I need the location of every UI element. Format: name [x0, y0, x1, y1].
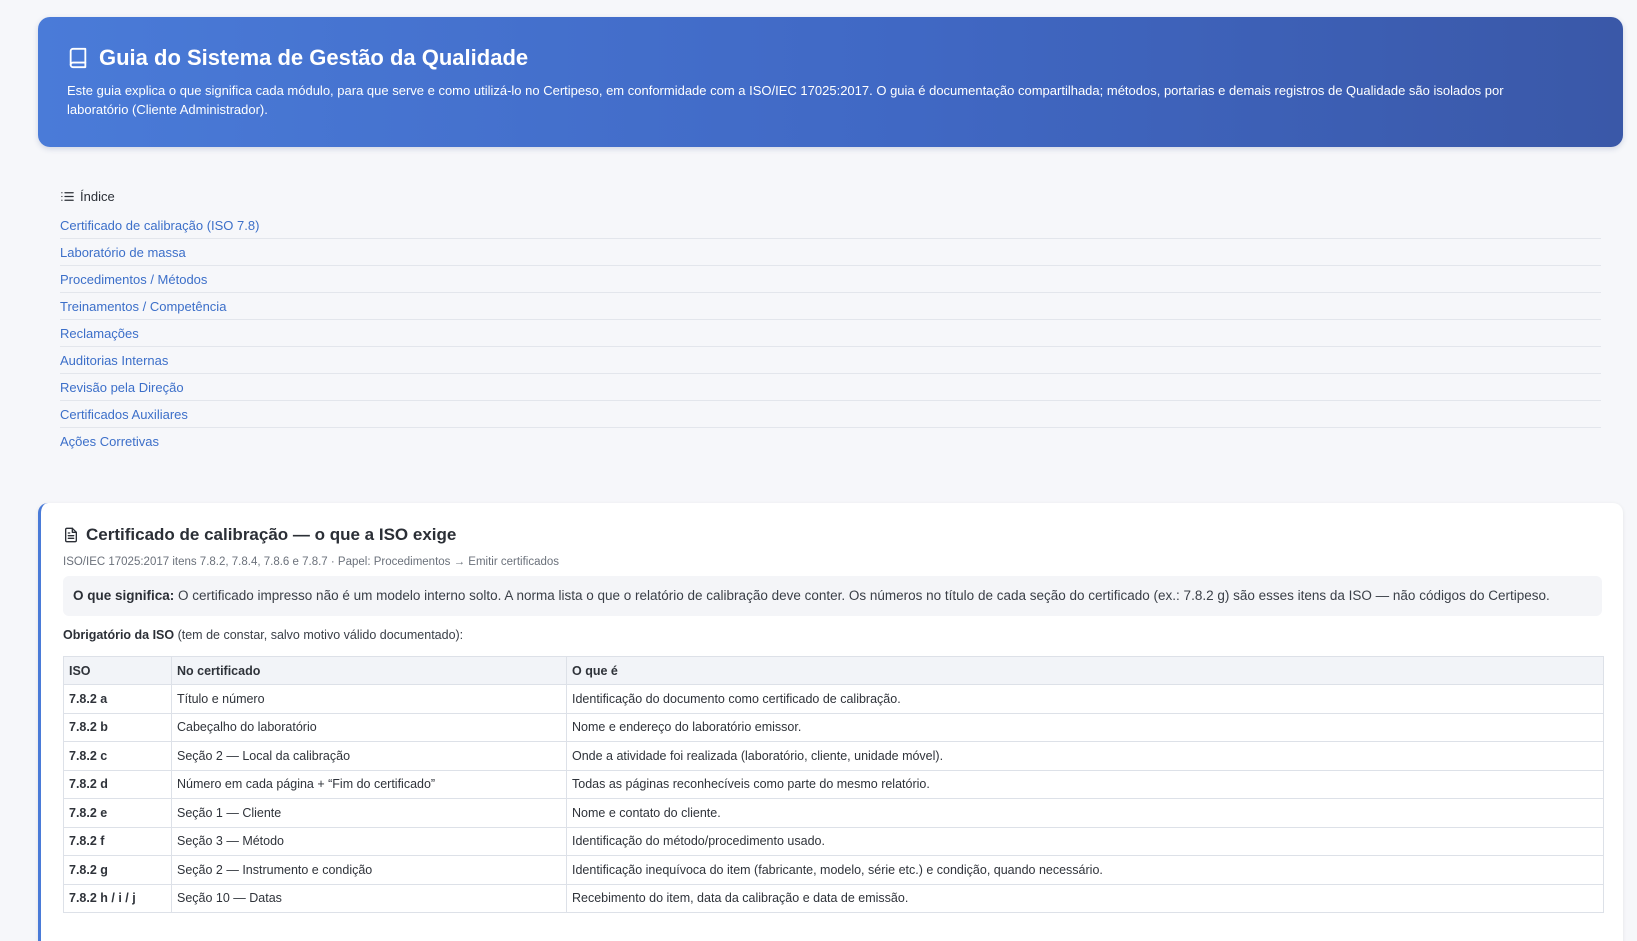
toc-heading: Índice: [60, 186, 1601, 206]
cell-certificado: Cabeçalho do laboratório: [171, 712, 567, 742]
toc-link-treinamentos[interactable]: Treinamentos / Competência: [60, 293, 1601, 320]
book-icon: [69, 47, 87, 69]
toc-list: Certificado de calibração (ISO 7.8) Labo…: [60, 212, 1601, 455]
page-title-text: Guia do Sistema de Gestão da Qualidade: [99, 45, 529, 70]
table-row: 7.8.2 c Seção 2 — Local da calibração On…: [63, 741, 1604, 771]
cell-certificado: Seção 2 — Instrumento e condição: [171, 855, 567, 885]
cell-descricao: Identificação inequívoca do item (fabric…: [566, 855, 1604, 885]
meaning-text: O certificado impresso não é um modelo i…: [174, 588, 1550, 603]
page-header: Guia do Sistema de Gestão da Qualidade E…: [38, 17, 1623, 147]
cell-iso: 7.8.2 c: [63, 741, 172, 771]
section-title-text: Certificado de calibração — o que a ISO …: [86, 525, 457, 544]
column-header-certificado: No certificado: [171, 656, 567, 685]
cell-certificado: Seção 10 — Datas: [171, 883, 567, 913]
mandatory-text: (tem de constar, salvo motivo válido doc…: [174, 628, 464, 642]
cell-descricao: Identificação do método/procedimento usa…: [566, 826, 1604, 856]
table-row: 7.8.2 h / i / j Seção 10 — Datas Recebim…: [63, 883, 1604, 913]
table-row: 7.8.2 a Título e número Identificação do…: [63, 684, 1604, 714]
section-title: Certificado de calibração — o que a ISO …: [63, 523, 1602, 547]
cell-iso: 7.8.2 f: [63, 826, 172, 856]
column-header-iso: ISO: [63, 656, 172, 685]
table-row: 7.8.2 f Seção 3 — Método Identificação d…: [63, 826, 1604, 856]
cell-iso: 7.8.2 a: [63, 684, 172, 714]
toc-link-revisao-direcao[interactable]: Revisão pela Direção: [60, 374, 1601, 401]
cell-iso: 7.8.2 g: [63, 855, 172, 885]
cell-iso: 7.8.2 d: [63, 769, 172, 799]
table-row: 7.8.2 e Seção 1 — Cliente Nome e contato…: [63, 798, 1604, 828]
meaning-note: O que significa: O certificado impresso …: [63, 576, 1602, 616]
cell-descricao: Todas as páginas reconhecíveis como part…: [566, 769, 1604, 799]
table-row: 7.8.2 d Número em cada página + “Fim do …: [63, 769, 1604, 799]
page-description: Este guia explica o que significa cada m…: [67, 83, 1504, 117]
cell-certificado: Título e número: [171, 684, 567, 714]
cell-descricao: Recebimento do item, data da calibração …: [566, 883, 1604, 913]
meaning-label: O que significa:: [73, 588, 175, 603]
toc-heading-text: Índice: [80, 188, 115, 204]
cell-certificado: Seção 1 — Cliente: [171, 798, 567, 828]
cell-descricao: Nome e contato do cliente.: [566, 798, 1604, 828]
mandatory-label: Obrigatório da ISO: [63, 628, 175, 642]
cell-descricao: Identificação do documento como certific…: [566, 684, 1604, 714]
page-title: Guia do Sistema de Gestão da Qualidade: [67, 43, 1593, 73]
cell-certificado: Seção 2 — Local da calibração: [171, 741, 567, 771]
cell-descricao: Onde a atividade foi realizada (laborató…: [566, 741, 1604, 771]
cell-iso: 7.8.2 e: [63, 798, 172, 828]
toc-link-laboratorio-massa[interactable]: Laboratório de massa: [60, 239, 1601, 266]
toc-link-auditorias[interactable]: Auditorias Internas: [60, 347, 1601, 374]
table-header-row: ISO No certificado O que é: [63, 656, 1604, 685]
mandatory-caption: Obrigatório da ISO (tem de constar, salv…: [63, 628, 1602, 642]
toc-link-procedimentos[interactable]: Procedimentos / Métodos: [60, 266, 1601, 293]
cell-iso: 7.8.2 h / i / j: [63, 883, 172, 913]
list-icon: [61, 191, 74, 201]
cell-certificado: Número em cada página + “Fim do certific…: [171, 769, 567, 799]
toc-link-certificado[interactable]: Certificado de calibração (ISO 7.8): [60, 212, 1601, 239]
toc-link-certificados-auxiliares[interactable]: Certificados Auxiliares: [60, 401, 1601, 428]
cell-descricao: Nome e endereço do laboratório emissor.: [566, 712, 1604, 742]
iso-requirements-table: ISO No certificado O que é 7.8.2 a Títul…: [63, 656, 1604, 913]
column-header-descricao: O que é: [566, 656, 1604, 685]
cell-certificado: Seção 3 — Método: [171, 826, 567, 856]
section-meta: ISO/IEC 17025:2017 itens 7.8.2, 7.8.4, 7…: [63, 556, 560, 568]
table-row: 7.8.2 g Seção 2 — Instrumento e condição…: [63, 855, 1604, 885]
cell-iso: 7.8.2 b: [63, 712, 172, 742]
table-of-contents: Índice Certificado de calibração (ISO 7.…: [38, 174, 1623, 476]
table-row: 7.8.2 b Cabeçalho do laboratório Nome e …: [63, 712, 1604, 742]
toc-link-acoes-corretivas[interactable]: Ações Corretivas: [60, 428, 1601, 455]
document-icon: [65, 527, 77, 543]
section-certificado: Certificado de calibração — o que a ISO …: [38, 503, 1623, 941]
toc-link-reclamacoes[interactable]: Reclamações: [60, 320, 1601, 347]
